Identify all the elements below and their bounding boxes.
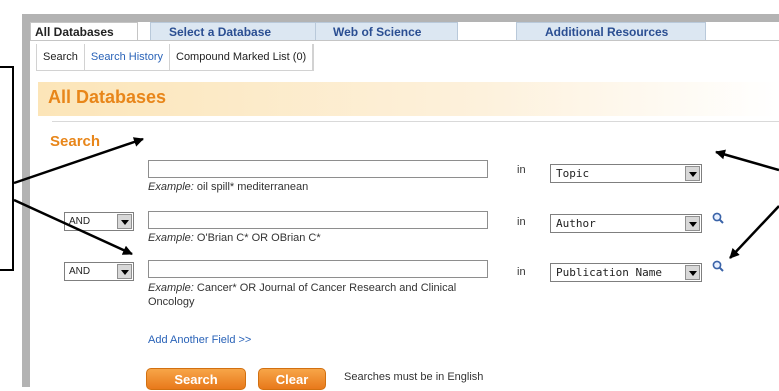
main-panel: Additional Resources Web of Science Sele… <box>30 22 779 390</box>
chevron-down-icon <box>117 264 132 279</box>
chevron-down-icon <box>685 265 700 280</box>
field-select-3[interactable]: Publication Name <box>550 263 702 282</box>
in-label-1: in <box>517 164 526 176</box>
subnav-search-history[interactable]: Search History <box>85 44 170 70</box>
tab-select-database[interactable]: Select a Database <box>150 22 316 40</box>
language-note: Searches must be in English <box>344 371 484 383</box>
subnav-marked-list[interactable]: Compound Marked List (0) <box>170 44 314 70</box>
tab-divider <box>30 40 779 41</box>
sub-navigation: Search Search History Compound Marked Li… <box>36 44 315 71</box>
chevron-down-icon <box>685 166 700 181</box>
chevron-down-icon <box>117 214 132 229</box>
operator-select-3[interactable]: AND <box>64 262 134 281</box>
field-select-2[interactable]: Author <box>550 214 702 233</box>
annotation-bracket <box>0 66 14 271</box>
tab-all-databases[interactable]: All Databases <box>30 22 138 40</box>
example-3: Example: Cancer* OR Journal of Cancer Re… <box>148 282 457 308</box>
page-title: All Databases <box>48 87 167 107</box>
divider <box>52 121 779 122</box>
example-1: Example: oil spill* mediterranean <box>148 181 309 193</box>
search-input-1[interactable] <box>148 160 488 178</box>
in-label-2: in <box>517 216 526 228</box>
magnifier-icon[interactable] <box>712 260 724 272</box>
add-another-field-link[interactable]: Add Another Field >> <box>148 334 251 346</box>
search-input-2[interactable] <box>148 211 488 229</box>
search-input-3[interactable] <box>148 260 488 278</box>
field-select-1[interactable]: Topic <box>550 164 702 183</box>
title-bar: All Databases <box>38 82 779 116</box>
subnav-search[interactable]: Search <box>37 44 85 70</box>
tab-additional-resources[interactable]: Additional Resources <box>516 22 706 40</box>
chevron-down-icon <box>685 216 700 231</box>
example-2: Example: O'Brian C* OR OBrian C* <box>148 232 321 244</box>
operator-select-2[interactable]: AND <box>64 212 134 231</box>
tab-web-of-science[interactable]: Web of Science <box>308 22 458 40</box>
search-heading: Search <box>50 133 101 150</box>
magnifier-icon[interactable] <box>712 212 724 224</box>
in-label-3: in <box>517 266 526 278</box>
